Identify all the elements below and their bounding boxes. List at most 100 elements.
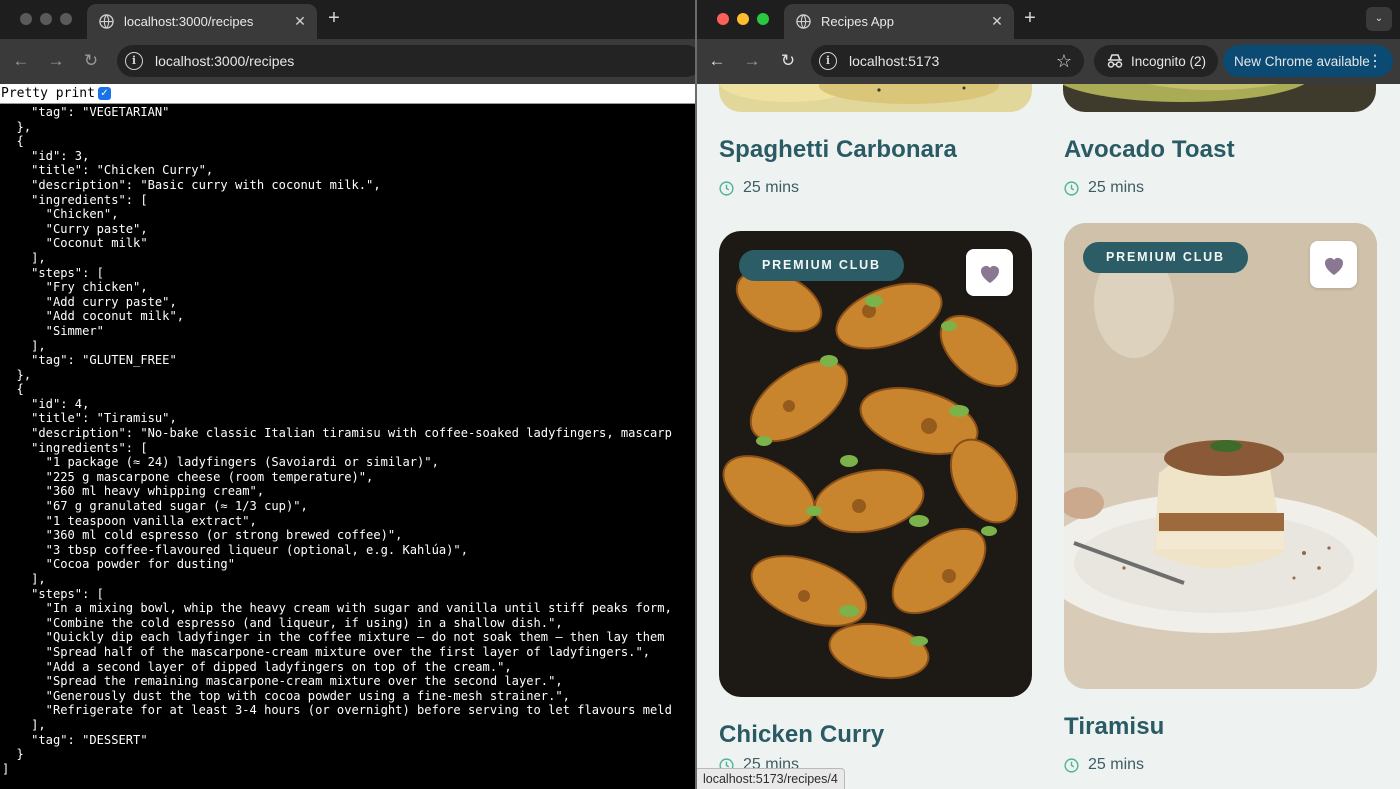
json-line: "id": 3, bbox=[2, 148, 90, 163]
new-tab-button[interactable]: + bbox=[323, 8, 345, 30]
tab-strip: Recipes App ✕ + ⌄ bbox=[697, 0, 1400, 39]
cook-time-text: 25 mins bbox=[1088, 179, 1145, 196]
close-window-button[interactable] bbox=[717, 13, 729, 25]
json-line: "225 g mascarpone cheese (room temperatu… bbox=[2, 469, 374, 484]
avocado-toast-image[interactable] bbox=[1063, 84, 1376, 112]
new-chrome-available-button[interactable]: New Chrome available ⋮ bbox=[1223, 45, 1393, 77]
reload-icon[interactable]: ↻ bbox=[80, 50, 102, 72]
json-line: "Cocoa powder for dusting" bbox=[2, 557, 235, 572]
site-info-icon[interactable]: i bbox=[125, 52, 143, 70]
json-line: "67 g granulated sugar (≈ 1/3 cup)", bbox=[2, 499, 308, 514]
heart-icon bbox=[1324, 257, 1343, 275]
forward-arrow-icon[interactable]: → bbox=[741, 50, 763, 72]
json-line: "id": 4, bbox=[2, 396, 90, 411]
tiramisu-slice-image[interactable] bbox=[1064, 223, 1377, 689]
json-line: ], bbox=[2, 338, 46, 353]
spaghetti-carbonara-image[interactable] bbox=[719, 84, 1032, 112]
globe-icon bbox=[99, 14, 114, 29]
recipe-title-spaghetti-carbonara[interactable]: Spaghetti Carbonara bbox=[719, 136, 957, 164]
json-line: "Quickly dip each ladyfinger in the coff… bbox=[2, 630, 665, 645]
pretty-print-checkbox[interactable]: ✓ bbox=[97, 87, 111, 100]
premium-club-badge: PREMIUM CLUB bbox=[739, 250, 904, 281]
back-arrow-icon[interactable]: ← bbox=[10, 50, 32, 72]
address-bar[interactable]: i localhost:3000/recipes bbox=[117, 45, 695, 77]
back-arrow-icon[interactable]: ← bbox=[706, 50, 728, 72]
new-tab-button[interactable]: + bbox=[1019, 8, 1041, 30]
status-bar-url: localhost:5173/recipes/4 bbox=[697, 768, 845, 789]
json-line: ], bbox=[2, 250, 46, 265]
json-line: "ingredients": [ bbox=[2, 192, 148, 207]
tab-recipes-app[interactable]: Recipes App ✕ bbox=[784, 4, 1014, 39]
cook-time: 25 mins bbox=[1064, 756, 1144, 774]
favorite-button[interactable] bbox=[966, 249, 1013, 296]
clock-icon bbox=[719, 180, 734, 196]
forward-arrow-icon[interactable]: → bbox=[45, 50, 67, 72]
heart-icon bbox=[980, 265, 999, 283]
address-text: localhost:5173 bbox=[849, 53, 940, 69]
api-browser-window: localhost:3000/recipes ✕ + ← → ↻ i local… bbox=[0, 0, 695, 789]
incognito-label: Incognito (2) bbox=[1131, 53, 1207, 69]
maximize-window-button[interactable] bbox=[60, 13, 72, 25]
json-line: "360 ml heavy whipping cream", bbox=[2, 484, 265, 499]
recipes-page: Spaghetti Carbonara 25 mins Avocado Toas… bbox=[697, 84, 1400, 789]
pretty-print-label: Pretty print bbox=[1, 86, 95, 101]
maximize-window-button[interactable] bbox=[757, 13, 769, 25]
json-line: "tag": "DESSERT" bbox=[2, 732, 148, 747]
clock-icon bbox=[1064, 180, 1079, 196]
json-line: "Generously dust the top with cocoa powd… bbox=[2, 688, 570, 703]
json-line: }, bbox=[2, 119, 32, 134]
recipe-title-tiramisu[interactable]: Tiramisu bbox=[1064, 713, 1164, 741]
reload-icon[interactable]: ↻ bbox=[777, 50, 799, 72]
site-info-icon[interactable]: i bbox=[819, 52, 837, 70]
address-text: localhost:3000/recipes bbox=[155, 53, 295, 69]
browser-toolbar: ← → ↻ i localhost:5173 ☆ Incognito (2) N… bbox=[697, 39, 1400, 84]
tab-strip: localhost:3000/recipes ✕ + bbox=[0, 0, 695, 39]
json-line: }, bbox=[2, 367, 32, 382]
json-line: "Add coconut milk", bbox=[2, 309, 185, 324]
json-line: { bbox=[2, 134, 24, 149]
json-line: "Coconut milk" bbox=[2, 236, 148, 251]
tab-search-icon[interactable]: ⌄ bbox=[1366, 7, 1392, 31]
json-line: "Simmer" bbox=[2, 323, 104, 338]
recipes-app-window: Recipes App ✕ + ⌄ ← → ↻ i localhost:5173… bbox=[697, 0, 1400, 789]
json-line: "steps": [ bbox=[2, 265, 104, 280]
minimize-window-button[interactable] bbox=[40, 13, 52, 25]
close-tab-icon[interactable]: ✕ bbox=[986, 13, 1008, 30]
recipe-title-avocado-toast[interactable]: Avocado Toast bbox=[1064, 136, 1235, 164]
tab-title: localhost:3000/recipes bbox=[124, 14, 254, 29]
update-label: New Chrome available bbox=[1234, 53, 1370, 69]
premium-club-badge: PREMIUM CLUB bbox=[1083, 242, 1248, 273]
json-line: "ingredients": [ bbox=[2, 440, 148, 455]
json-line: "title": "Chicken Curry", bbox=[2, 163, 214, 178]
json-line: "tag": "VEGETARIAN" bbox=[2, 105, 170, 119]
json-line: } bbox=[2, 747, 24, 762]
json-line: "Curry paste", bbox=[2, 221, 148, 236]
more-menu-icon[interactable]: ⋮ bbox=[1367, 51, 1383, 71]
incognito-icon bbox=[1107, 54, 1123, 68]
close-window-button[interactable] bbox=[20, 13, 32, 25]
json-line: "Refrigerate for at least 3-4 hours (or … bbox=[2, 703, 672, 718]
address-bar[interactable]: i localhost:5173 ☆ bbox=[811, 45, 1084, 77]
close-tab-icon[interactable]: ✕ bbox=[289, 13, 311, 30]
json-line: "1 teaspoon vanilla extract", bbox=[2, 513, 257, 528]
json-line: ] bbox=[2, 761, 10, 776]
roasted-chicken-drumsticks-image[interactable] bbox=[719, 231, 1032, 697]
json-line: "3 tbsp coffee-flavoured liqueur (option… bbox=[2, 542, 468, 557]
json-line: "Spread half of the mascarpone-cream mix… bbox=[2, 644, 651, 659]
favorite-button[interactable] bbox=[1310, 241, 1357, 288]
bookmark-star-icon[interactable]: ☆ bbox=[1056, 51, 1072, 72]
tab-title: Recipes App bbox=[821, 14, 894, 29]
json-line: "Add curry paste", bbox=[2, 294, 177, 309]
recipe-title-chicken-curry[interactable]: Chicken Curry bbox=[719, 721, 884, 749]
incognito-button[interactable]: Incognito (2) bbox=[1094, 45, 1218, 77]
pretty-print-bar: Pretty print ✓ bbox=[0, 84, 695, 104]
json-line: "tag": "GLUTEN_FREE" bbox=[2, 353, 177, 368]
json-line: "Fry chicken", bbox=[2, 280, 148, 295]
cook-time-text: 25 mins bbox=[1088, 756, 1145, 773]
json-line: "title": "Tiramisu", bbox=[2, 411, 177, 426]
json-line: "Combine the cold espresso (and liqueur,… bbox=[2, 615, 563, 630]
cook-time: 25 mins bbox=[1064, 179, 1144, 197]
json-response-view: "tag": "VEGETARIAN" }, { "id": 3, "title… bbox=[0, 105, 695, 789]
minimize-window-button[interactable] bbox=[737, 13, 749, 25]
tab-api-recipes[interactable]: localhost:3000/recipes ✕ bbox=[87, 4, 317, 39]
